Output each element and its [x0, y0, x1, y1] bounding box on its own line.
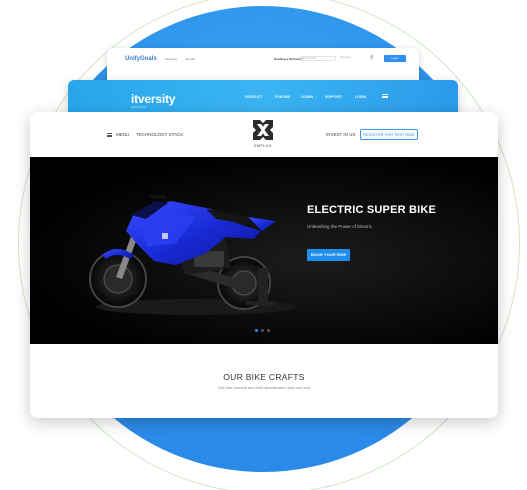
section-title: OUR BIKE CRAFTS — [223, 372, 305, 382]
email-field[interactable]: Enter email — [300, 56, 336, 61]
emflux-logo-icon[interactable] — [251, 118, 275, 142]
slide-dot-3[interactable] — [267, 329, 270, 332]
hamburger-icon[interactable] — [382, 94, 388, 98]
menu-icon[interactable] — [107, 133, 112, 137]
search-icon[interactable]: ⚲ — [370, 55, 374, 61]
slide-dot-2[interactable] — [261, 329, 264, 332]
brand-name: EMFLUX — [254, 144, 272, 148]
nav-invest[interactable]: INVEST IN US — [326, 132, 355, 137]
book-ride-button[interactable]: BOOK YOUR RIDE — [307, 249, 350, 261]
itversity-logo[interactable]: itversity — [131, 92, 175, 106]
unifygoals-logo[interactable]: UnifyGoals — [125, 56, 157, 62]
menu-label[interactable]: MENU — [116, 132, 129, 137]
hero-subtitle: Unleashing the Power of Electric — [307, 224, 373, 229]
nav-support[interactable]: SUPPORT — [325, 95, 342, 99]
hero-banner: ELECTRIC SUPER BIKE Unleashing the Power… — [30, 157, 498, 344]
login-button[interactable]: Login — [384, 55, 406, 62]
showcase-stage: UnifyGoals Features Journal Reading a We… — [0, 0, 527, 490]
site-header: MENU TECHNOLOGY STACK EMFLUX INVEST IN U… — [30, 112, 498, 157]
nav-learn[interactable]: LEARN — [301, 95, 313, 99]
motorcycle-image — [89, 195, 296, 315]
register-test-ride-button[interactable]: REGISTER FOR TEST RIDE — [360, 129, 418, 140]
nav-product[interactable]: PRODUCT — [245, 95, 262, 99]
ask-label: Reading a Website? — [274, 57, 303, 61]
section-subtitle: Our bike models and their specification … — [217, 385, 311, 390]
nav-technology-stack[interactable]: TECHNOLOGY STACK — [136, 132, 183, 137]
bike-crafts-section: OUR BIKE CRAFTS Our bike models and thei… — [30, 344, 498, 418]
nav-forums[interactable]: FORUMS — [275, 95, 290, 99]
nav-login[interactable]: LOGIN — [355, 95, 366, 99]
emflux-window: MENU TECHNOLOGY STACK EMFLUX INVEST IN U… — [30, 112, 498, 418]
slide-dot-1[interactable] — [255, 329, 258, 332]
nav-journal[interactable]: Journal — [185, 57, 195, 61]
password-field[interactable]: Password — [340, 56, 362, 61]
itversity-tagline: learn to live — [131, 105, 147, 109]
nav-features[interactable]: Features — [165, 57, 177, 61]
hero-title: ELECTRIC SUPER BIKE — [307, 204, 437, 216]
slider-dots — [255, 329, 270, 332]
